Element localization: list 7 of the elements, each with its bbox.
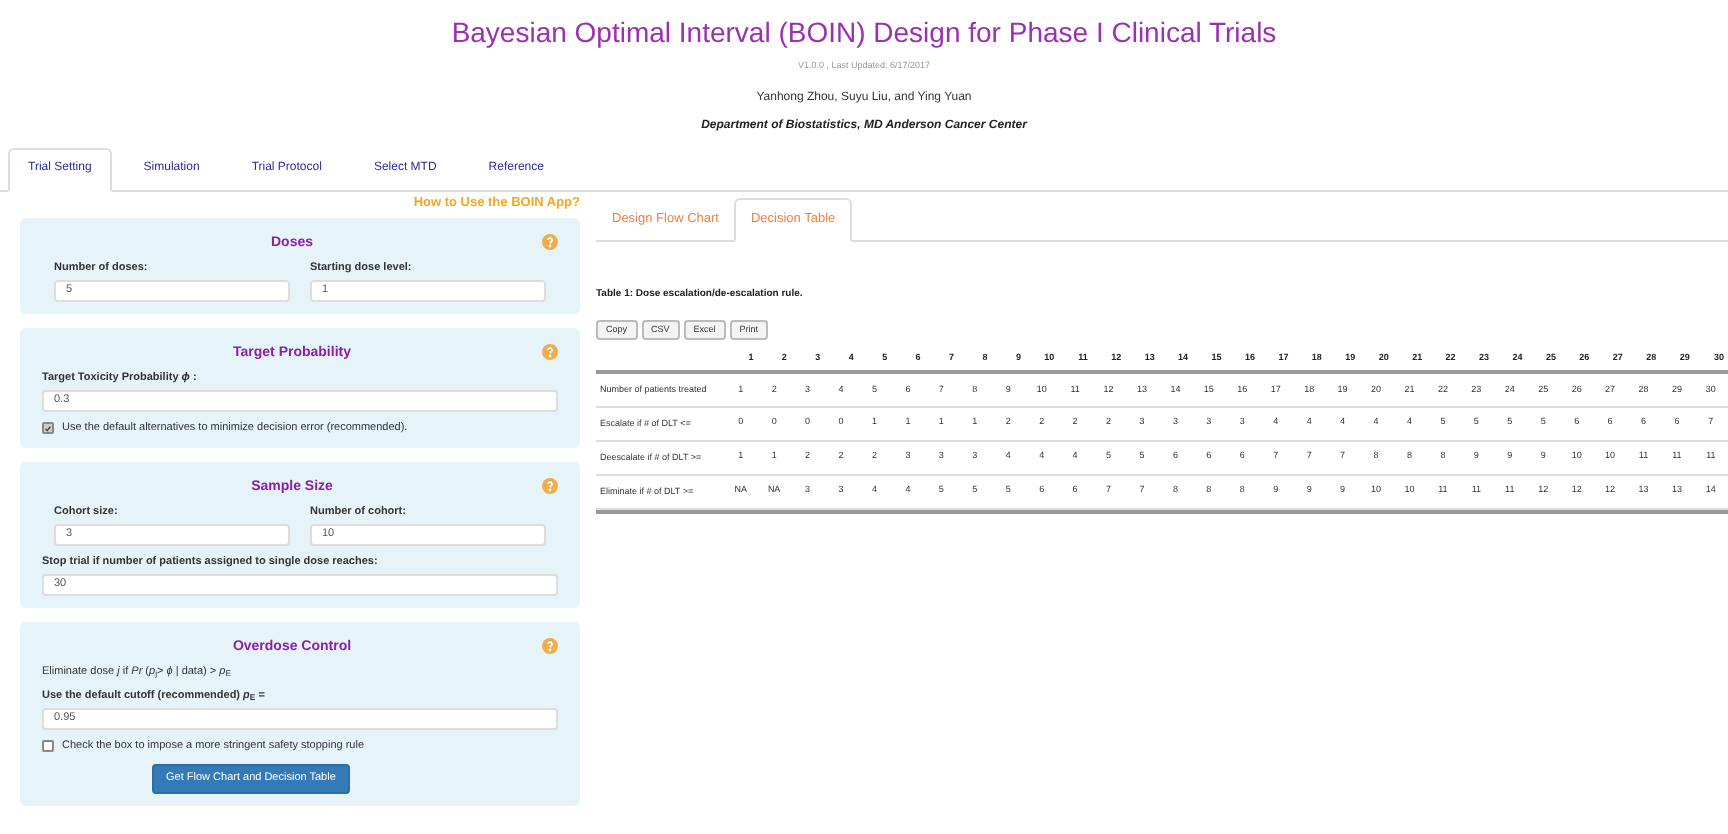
help-icon[interactable]: [542, 638, 558, 655]
help-icon[interactable]: [541, 234, 558, 251]
page-title: Bayesian Optimal Interval (BOIN) Design for Phase I Clinical Trials: [451, 14, 1277, 52]
checkbox[interactable]: [42, 740, 54, 753]
help-icon[interactable]: [541, 478, 558, 495]
checkbox[interactable]: [42, 422, 54, 435]
help-icon[interactable]: [542, 344, 558, 361]
